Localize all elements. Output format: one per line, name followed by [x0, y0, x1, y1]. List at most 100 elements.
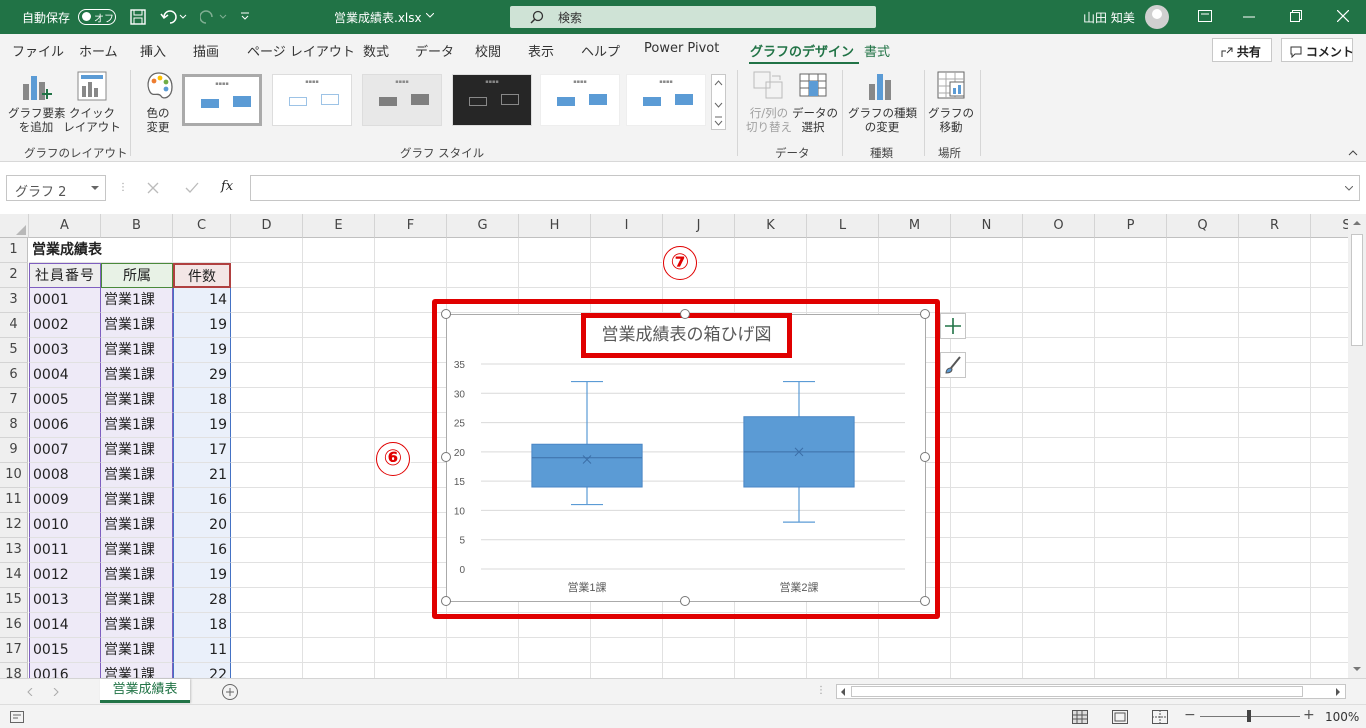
vertical-scroll-thumb[interactable]: [1351, 234, 1363, 346]
data-cell[interactable]: 0015: [29, 638, 101, 663]
search-box[interactable]: 検索: [510, 6, 876, 28]
column-header-r[interactable]: R: [1239, 214, 1311, 238]
tab-insert[interactable]: 挿入: [140, 41, 166, 60]
chart-title[interactable]: 営業成績表の箱ひげ図: [581, 313, 792, 358]
row-header[interactable]: 16: [0, 613, 28, 638]
row-header[interactable]: 6: [0, 363, 28, 388]
empty-cells[interactable]: [231, 638, 1348, 663]
resize-handle[interactable]: [920, 596, 930, 606]
chart-style-4[interactable]: ▪▪▪▪: [452, 74, 532, 126]
data-cell[interactable]: 営業1課: [101, 313, 173, 338]
undo-icon[interactable]: [160, 9, 188, 25]
redo-icon[interactable]: [200, 9, 228, 25]
data-cell[interactable]: 0001: [29, 288, 101, 313]
change-colors-button[interactable]: 色の 変更: [136, 106, 180, 134]
formula-input[interactable]: [250, 175, 1360, 201]
quick-layout-icon[interactable]: [76, 70, 108, 104]
data-cell[interactable]: 17: [173, 438, 231, 463]
data-cell[interactable]: 0010: [29, 513, 101, 538]
row-header[interactable]: 11: [0, 488, 28, 513]
page-layout-view-icon[interactable]: [1112, 710, 1128, 724]
enter-icon[interactable]: [185, 182, 199, 194]
row-header[interactable]: 1: [0, 238, 28, 263]
column-header-c[interactable]: C: [173, 214, 231, 238]
save-icon[interactable]: [130, 9, 146, 25]
change-chart-type-button[interactable]: グラフの種類 の変更: [848, 106, 917, 134]
zoom-level[interactable]: 100%: [1325, 710, 1359, 724]
data-cell[interactable]: 0012: [29, 563, 101, 588]
chart-style-6[interactable]: ▪▪▪▪: [626, 74, 706, 126]
row-header[interactable]: 7: [0, 388, 28, 413]
style-gallery-scroller[interactable]: [711, 74, 726, 130]
empty-cells[interactable]: [231, 263, 1348, 288]
tab-data[interactable]: データ: [415, 41, 454, 60]
resize-handle[interactable]: [441, 596, 451, 606]
row-header[interactable]: 14: [0, 563, 28, 588]
resize-handle[interactable]: [441, 309, 451, 319]
data-cell[interactable]: 0002: [29, 313, 101, 338]
column-header-h[interactable]: H: [519, 214, 591, 238]
restore-icon[interactable]: [1290, 10, 1302, 22]
data-cell[interactable]: 0003: [29, 338, 101, 363]
data-cell[interactable]: 営業1課: [101, 663, 173, 678]
data-cell[interactable]: 営業1課: [101, 463, 173, 488]
cancel-icon[interactable]: [147, 182, 159, 194]
row-header[interactable]: 5: [0, 338, 28, 363]
tab-home[interactable]: ホーム: [79, 41, 118, 60]
data-cell[interactable]: 19: [173, 338, 231, 363]
row-header[interactable]: 8: [0, 413, 28, 438]
filename-dropdown-icon[interactable]: [426, 13, 434, 19]
data-cell[interactable]: 19: [173, 563, 231, 588]
minimize-icon[interactable]: [1243, 16, 1255, 18]
data-cell[interactable]: 営業1課: [101, 613, 173, 638]
data-cell[interactable]: 営業1課: [101, 638, 173, 663]
chart-style-2[interactable]: ▪▪▪▪: [272, 74, 352, 126]
sheet-tab[interactable]: 営業成績表: [100, 679, 190, 703]
column-header-l[interactable]: L: [807, 214, 879, 238]
tab-splitter-icon[interactable]: ⋮: [816, 685, 826, 696]
data-cell[interactable]: 営業1課: [101, 388, 173, 413]
data-cell[interactable]: 29: [173, 363, 231, 388]
change-chart-type-icon[interactable]: [866, 70, 896, 102]
comments-button[interactable]: コメント: [1281, 38, 1354, 62]
data-cell[interactable]: 18: [173, 388, 231, 413]
tab-draw[interactable]: 描画: [193, 41, 219, 60]
row-header[interactable]: 2: [0, 263, 28, 288]
switch-row-column-button[interactable]: 行/列の 切り替え: [744, 106, 794, 134]
insert-function-button[interactable]: fx: [221, 179, 233, 194]
zoom-in-button[interactable]: +: [1303, 707, 1315, 723]
data-cell[interactable]: 22: [173, 663, 231, 678]
empty-cells[interactable]: [231, 663, 1348, 678]
column-header-m[interactable]: M: [879, 214, 951, 238]
data-cell[interactable]: 営業1課: [101, 338, 173, 363]
expand-formula-icon[interactable]: [1345, 186, 1353, 191]
data-cell[interactable]: 営業1課: [101, 288, 173, 313]
zoom-thumb[interactable]: [1247, 710, 1251, 722]
vertical-scrollbar[interactable]: [1348, 214, 1366, 678]
tab-review[interactable]: 校閲: [475, 41, 501, 60]
page-break-view-icon[interactable]: [1152, 710, 1168, 724]
splitter-icon[interactable]: ⋮: [118, 182, 128, 193]
column-header-j[interactable]: J: [663, 214, 735, 238]
row-header[interactable]: 3: [0, 288, 28, 313]
column-header-p[interactable]: P: [1095, 214, 1167, 238]
data-cell[interactable]: 0014: [29, 613, 101, 638]
data-cell[interactable]: 営業1課: [101, 513, 173, 538]
chart-style-5[interactable]: ▪▪▪▪: [540, 74, 620, 126]
data-cell[interactable]: 営業1課: [101, 438, 173, 463]
resize-handle[interactable]: [441, 452, 451, 462]
data-cell[interactable]: 営業1課: [101, 488, 173, 513]
palette-icon[interactable]: [144, 70, 174, 102]
data-cell[interactable]: 0009: [29, 488, 101, 513]
resize-handle[interactable]: [920, 452, 930, 462]
data-cell[interactable]: 11: [173, 638, 231, 663]
column-header-q[interactable]: Q: [1167, 214, 1239, 238]
horizontal-scroll-thumb[interactable]: [851, 686, 1303, 697]
column-header-d[interactable]: D: [231, 214, 303, 238]
header-cell[interactable]: 所属: [101, 263, 173, 288]
row-header[interactable]: 4: [0, 313, 28, 338]
scroll-right-icon[interactable]: [1335, 688, 1341, 696]
scroll-left-icon[interactable]: [840, 688, 846, 696]
data-cell[interactable]: 0016: [29, 663, 101, 678]
data-cell[interactable]: 0008: [29, 463, 101, 488]
